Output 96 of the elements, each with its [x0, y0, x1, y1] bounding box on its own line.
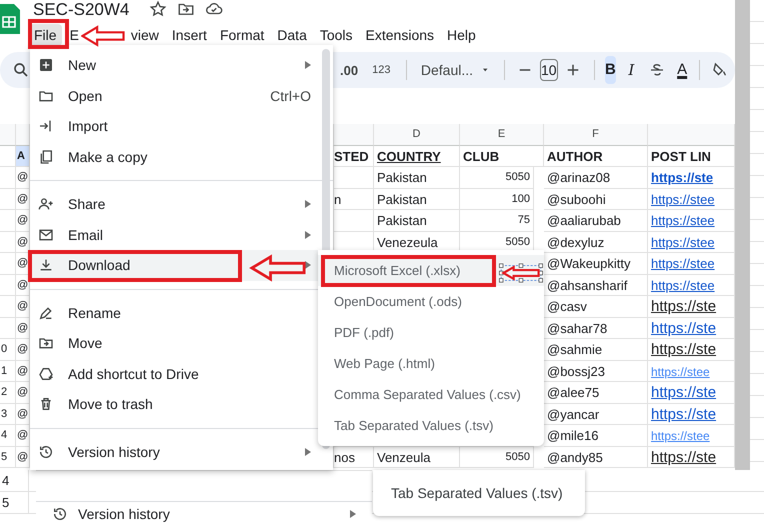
menu-bar-item[interactable]: Format: [214, 24, 270, 46]
table-cell: [334, 167, 374, 188]
highlight-frame: [28, 19, 69, 49]
text-color-button[interactable]: A: [676, 56, 688, 84]
scrollbar[interactable]: [735, 0, 750, 470]
download-icon: [38, 257, 54, 274]
link[interactable]: https://ste: [651, 170, 714, 185]
search-icon[interactable]: [12, 61, 30, 79]
row-number: 2: [0, 382, 16, 404]
menu-bar-item[interactable]: E: [64, 24, 84, 46]
history-icon: [38, 444, 54, 460]
link[interactable]: https://ste: [651, 384, 716, 401]
menu-item[interactable]: Tab Separated Values (.tsv): [373, 470, 585, 516]
font-size-field[interactable]: 10: [540, 59, 558, 81]
history-icon: [52, 506, 68, 522]
table-cell: @suboohi: [544, 188, 648, 210]
menu-item[interactable]: Share: [30, 189, 333, 220]
table-cell: 75: [460, 210, 534, 232]
table-cell: A: [16, 146, 30, 167]
star-icon[interactable]: [149, 0, 168, 18]
row-number: [0, 274, 16, 296]
menu-bar-item[interactable]: Help: [442, 24, 481, 46]
link[interactable]: https://stee: [651, 192, 715, 206]
column-header[interactable]: D: [374, 124, 460, 146]
copy-icon: [38, 148, 54, 165]
row-number: [0, 167, 16, 188]
link[interactable]: https://stee: [651, 234, 715, 250]
table-cell: Pakistan: [374, 167, 460, 188]
table-cell: Pakistan: [374, 188, 460, 210]
annotation-arrow: [501, 265, 540, 281]
menu-bar-item[interactable]: Extensions: [360, 24, 440, 46]
row-number: 4: [0, 425, 16, 446]
table-cell: 100: [460, 188, 534, 210]
menu-bar-item[interactable]: Tools: [314, 24, 358, 46]
pencil-icon: [38, 304, 54, 321]
menu-item[interactable]: Import: [30, 111, 333, 142]
column-header[interactable]: F: [544, 124, 648, 146]
row-number: [0, 318, 16, 339]
row-number: [0, 253, 16, 274]
row-number: 5: [0, 446, 16, 468]
link[interactable]: https://stee: [651, 429, 710, 443]
row-number: 3: [0, 404, 16, 425]
table-cell: AUTHOR: [544, 146, 648, 167]
sheets-logo-icon[interactable]: [0, 4, 20, 34]
link[interactable]: https://stee: [651, 256, 715, 271]
table-cell: [334, 210, 374, 232]
link[interactable]: https://ste: [651, 341, 716, 358]
italic-button[interactable]: I: [626, 56, 637, 84]
table-cell: COUNTRY: [374, 146, 460, 167]
menu-item[interactable]: Open Ctrl+O: [30, 80, 333, 111]
submenu-caret-icon: [350, 510, 356, 518]
menu-item[interactable]: Email: [30, 220, 333, 250]
row-number: [0, 188, 16, 210]
menu-bar-item[interactable]: view: [126, 24, 164, 46]
annotation-arrow: [81, 23, 125, 49]
new-sheet-icon: [38, 57, 54, 74]
row-number: 0: [0, 339, 16, 360]
table-cell: Pakistan: [374, 210, 460, 232]
link[interactable]: https://ste: [651, 448, 716, 466]
table-cell: @andy85: [544, 446, 648, 468]
selection-frame[interactable]: [499, 263, 543, 283]
menu-bar-item[interactable]: Data: [272, 24, 312, 46]
caret-icon[interactable]: [483, 67, 488, 73]
table-cell: n: [334, 188, 374, 210]
link[interactable]: https://ste: [651, 406, 716, 422]
document-title[interactable]: SEC-S20W4: [33, 0, 130, 18]
row-number: [0, 210, 16, 232]
row-number: 5: [1, 494, 10, 512]
link[interactable]: https://ste: [651, 320, 716, 336]
drive-shortcut-icon: [38, 366, 54, 382]
menu-item[interactable]: New: [30, 50, 333, 80]
link[interactable]: https://ste: [651, 298, 716, 315]
decimal-button[interactable]: .00: [340, 62, 358, 78]
row-number: [0, 232, 16, 253]
row-number: 1: [0, 360, 16, 382]
link[interactable]: https://stee: [651, 278, 715, 292]
font-dropdown[interactable]: Defaul...: [420, 62, 474, 78]
number-format-button[interactable]: 123: [372, 64, 390, 76]
link[interactable]: https://stee: [651, 364, 710, 378]
table-cell: CLUB: [460, 146, 544, 167]
table-cell: @arinaz08: [544, 167, 648, 188]
table-cell: @dexyluz: [544, 232, 648, 253]
add-person-icon: [38, 196, 54, 212]
table-cell: STED: [334, 146, 374, 167]
table-cell: @: [16, 253, 30, 274]
table-cell: 5050: [460, 167, 534, 188]
menu-bar-item[interactable]: Insert: [166, 24, 212, 46]
menu-item[interactable]: Version history: [78, 506, 170, 522]
envelope-icon: [38, 226, 54, 243]
row-number: [0, 296, 16, 318]
menu-item[interactable]: Make a copy: [30, 142, 333, 172]
row-number: 4: [1, 472, 10, 490]
link[interactable]: https://stee: [651, 213, 715, 228]
bold-button[interactable]: B: [605, 56, 616, 84]
column-header[interactable]: E: [460, 124, 544, 146]
table-cell: @aaliarubab: [544, 210, 648, 232]
